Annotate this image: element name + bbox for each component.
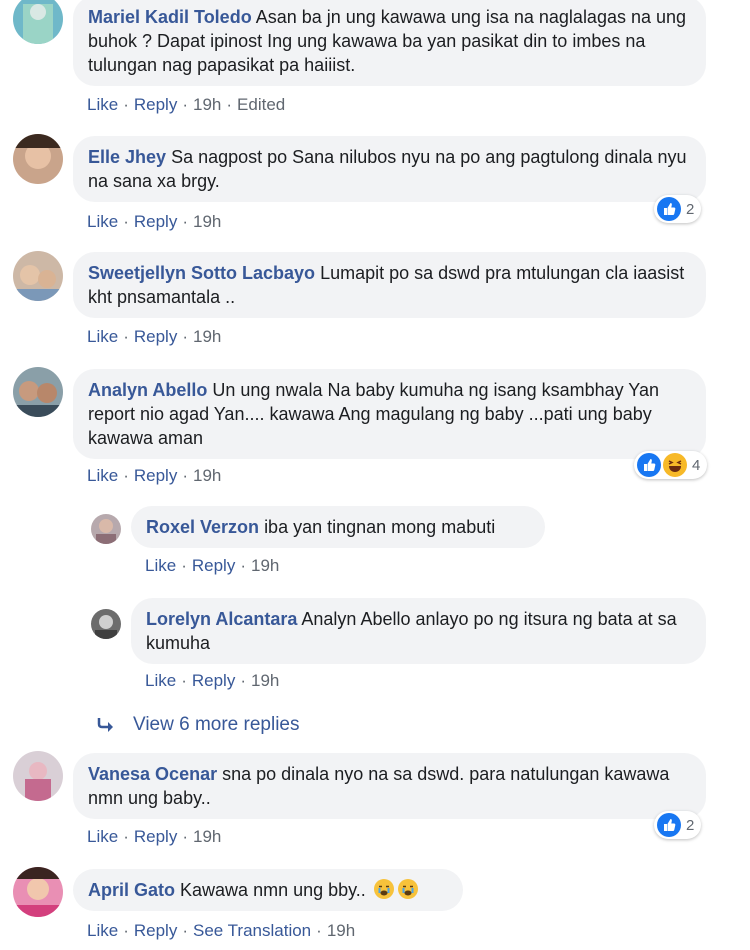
reaction-count: 2 [686,200,695,218]
comment-actions: Like · Reply · 19h [87,466,222,485]
comment-bubble: Analyn Abello Un ung nwala Na baby kumuh… [73,369,706,459]
comment-bubble: Vanesa Ocenar sna po dinala nyo na sa ds… [73,753,706,819]
reactions-badge[interactable]: 2 [654,811,702,839]
comment-actions: Like · Reply · 19h [87,212,222,231]
comment-author[interactable]: Sweetjellyn Sotto Lacbayo [88,263,315,283]
comment-actions: Like · Reply · 19h [87,327,222,346]
like-reaction-icon [657,197,681,221]
comment-bubble: Sweetjellyn Sotto Lacbayo Lumapit po sa … [73,252,706,318]
comment-author[interactable]: Vanesa Ocenar [88,764,217,784]
like-reaction-icon [637,453,661,477]
avatar[interactable] [91,609,121,639]
timestamp[interactable]: 19h [193,95,221,114]
reply-link[interactable]: Reply [134,827,177,846]
comment-author[interactable]: Roxel Verzon [146,517,259,537]
haha-reaction-icon [663,453,687,477]
comment-bubble: Roxel Verzon iba yan tingnan mong mabuti [131,506,545,548]
comment-author[interactable]: Elle Jhey [88,147,166,167]
like-link[interactable]: Like [87,327,118,346]
view-more-label[interactable]: View 6 more replies [133,714,300,736]
comment-text: Sa nagpost po Sana nilubos nyu na po ang… [88,147,687,191]
crying-face-icon [373,878,395,900]
timestamp[interactable]: 19h [193,327,221,346]
comment-actions: Like · Reply · 19h [145,556,280,575]
comment-text: Kawawa nmn ung bby.. [180,880,366,900]
avatar[interactable] [13,751,63,801]
reactions-badge[interactable]: 4 [634,451,708,479]
like-reaction-icon [657,813,681,837]
reply-link[interactable]: Reply [134,466,177,485]
timestamp[interactable]: 19h [251,556,279,575]
avatar[interactable] [13,367,63,417]
comment-actions: Like · Reply · See Translation · 19h [87,921,356,940]
avatar[interactable] [13,251,63,301]
view-more-replies-link[interactable]: View 6 more replies [95,714,300,736]
avatar[interactable] [91,514,121,544]
like-link[interactable]: Like [87,466,118,485]
like-link[interactable]: Like [87,95,118,114]
reply-link[interactable]: Reply [134,921,177,940]
timestamp[interactable]: 19h [193,827,221,846]
reply-arrow-icon [95,714,117,736]
reply-link[interactable]: Reply [192,556,235,575]
crying-face-icon [397,878,419,900]
like-link[interactable]: Like [87,827,118,846]
avatar[interactable] [13,867,63,917]
comment-text: iba yan tingnan mong mabuti [264,517,496,537]
reply-link[interactable]: Reply [134,212,177,231]
see-translation-link[interactable]: See Translation [193,921,311,940]
like-link[interactable]: Like [87,921,118,940]
like-link[interactable]: Like [145,556,176,575]
reply-link[interactable]: Reply [192,671,235,690]
reactions-badge[interactable]: 2 [654,195,702,223]
like-link[interactable]: Like [87,212,118,231]
comment-author[interactable]: Mariel Kadil Toledo [88,7,252,27]
timestamp[interactable]: 19h [193,212,221,231]
comment-actions: Like · Reply · 19h · Edited [87,95,286,114]
reply-link[interactable]: Reply [134,95,177,114]
reply-link[interactable]: Reply [134,327,177,346]
timestamp[interactable]: 19h [193,466,221,485]
edited-label[interactable]: Edited [237,95,285,114]
comment-bubble: Elle Jhey Sa nagpost po Sana nilubos nyu… [73,136,706,202]
comment-actions: Like · Reply · 19h [145,671,280,690]
avatar[interactable] [13,0,63,44]
timestamp[interactable]: 19h [327,921,355,940]
comment-author[interactable]: Analyn Abello [88,380,207,400]
avatar[interactable] [13,134,63,184]
comment-actions: Like · Reply · 19h [87,827,222,846]
timestamp[interactable]: 19h [251,671,279,690]
like-link[interactable]: Like [145,671,176,690]
reaction-count: 2 [686,816,695,834]
comment-author[interactable]: April Gato [88,880,175,900]
comment-author[interactable]: Lorelyn Alcantara [146,609,297,629]
reaction-count: 4 [692,456,701,474]
comment-bubble: Mariel Kadil Toledo Asan ba jn ung kawaw… [73,0,706,86]
comment-bubble: April Gato Kawawa nmn ung bby.. [73,869,463,911]
comment-bubble: Lorelyn Alcantara Analyn Abello anlayo p… [131,598,706,664]
